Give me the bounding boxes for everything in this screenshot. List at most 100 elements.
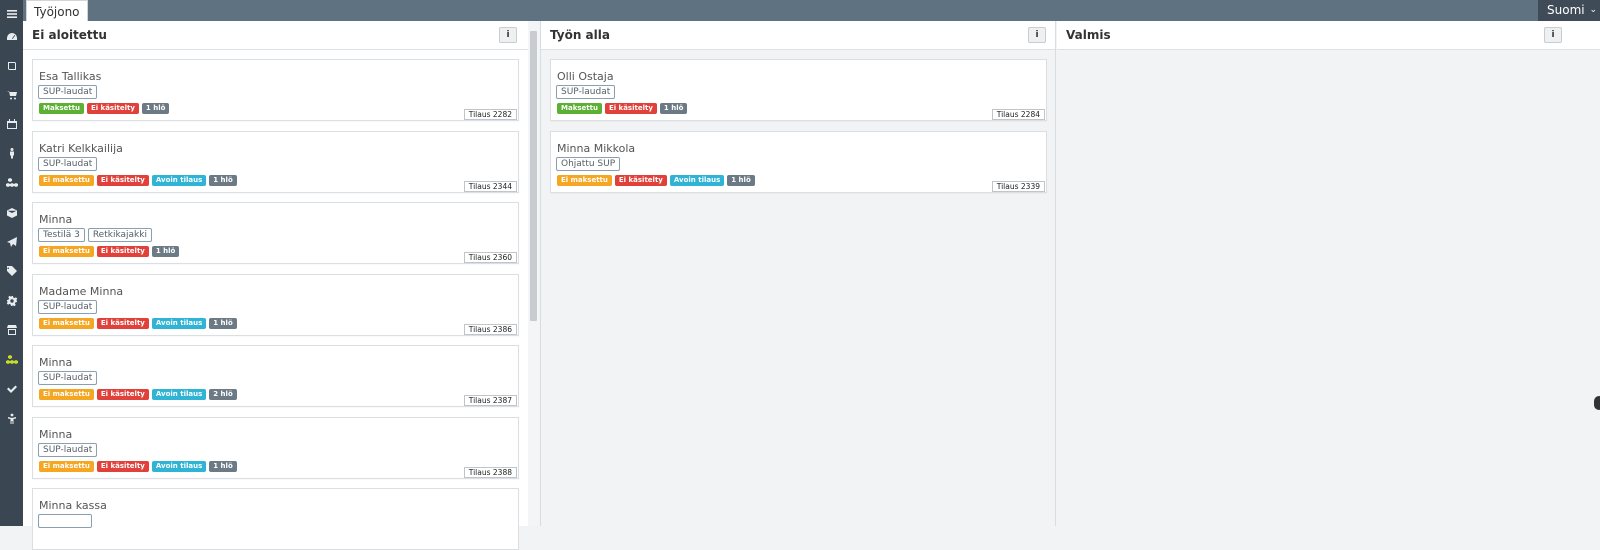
order-card[interactable]: Minna Mikkola Ohjattu SUP Ei maksettu Ei kä…: [550, 130, 1047, 193]
order-number[interactable]: Tilaus 2388: [463, 466, 517, 478]
customer-name: Minna: [39, 213, 73, 226]
scrollbar[interactable]: [528, 21, 539, 526]
status-badge: Avoin tilaus: [669, 174, 725, 186]
status-badges: Maksettu Ei käsitelty 1 hlö: [39, 103, 170, 114]
status-badges: Ei maksettu Ei käsitelty Avoin tilaus 1 hlö: [557, 174, 755, 186]
order-card[interactable]: Madame Minna SUP-laudat Ei maksettu Ei käsi…: [32, 273, 519, 336]
order-number[interactable]: Tilaus 2282: [463, 109, 517, 120]
order-number[interactable]: Tilaus 2387: [463, 395, 517, 406]
info-button[interactable]: i: [1544, 27, 1562, 43]
sidebar: [0, 0, 23, 526]
sidebar-item-shop[interactable]: [0, 316, 23, 344]
status-badge: 1 hlö: [209, 317, 237, 329]
box-icon: [6, 208, 17, 218]
order-card[interactable]: Katri Kelkkailija SUP-laudat Ei maksettu Ei…: [32, 130, 519, 193]
product-chips: Ohjattu SUP: [556, 156, 621, 171]
cart-icon: [6, 91, 17, 100]
sidebar-item-worklist[interactable]: [0, 346, 23, 374]
order-number[interactable]: Tilaus 2360: [463, 252, 517, 263]
info-button[interactable]: i: [1028, 27, 1046, 43]
column-header: Valmis i: [1057, 21, 1600, 50]
status-badge: Ei käsitelty: [604, 103, 657, 114]
order-number[interactable]: Tilaus 2344: [463, 180, 517, 192]
status-badge: 1 hlö: [209, 174, 237, 186]
order-number[interactable]: Tilaus 2284: [991, 109, 1045, 120]
order-card[interactable]: Olli Ostaja SUP-laudat Maksettu Ei käsitelt…: [550, 59, 1047, 121]
product-chips: SUP-laudat: [38, 371, 98, 385]
language-label: Suomi: [1547, 3, 1585, 17]
customer-name: Esa Tallikas: [39, 70, 102, 83]
status-badge: 1 hlö: [659, 103, 688, 114]
status-badge: Ei käsitelty: [96, 174, 149, 186]
column-title: Ei aloitettu: [32, 28, 107, 42]
customer-name: Minna Mikkola: [557, 141, 636, 155]
order-number[interactable]: Tilaus 2339: [991, 180, 1045, 192]
product-chip: Retkikajakki: [87, 228, 152, 242]
column-title: Työn alla: [550, 28, 610, 42]
calendar-icon: [6, 119, 17, 129]
status-badge: Maksettu: [557, 103, 602, 114]
status-badges: Ei maksettu Ei käsitelty Avoin tilaus 1 hlö: [39, 317, 237, 329]
order-card[interactable]: Esa Tallikas SUP-laudat Maksettu Ei käsitel…: [32, 59, 519, 121]
status-badge: 1 hlö: [141, 103, 170, 114]
order-card[interactable]: Minna kassa: [32, 488, 519, 550]
book-icon: [7, 62, 16, 70]
sidebar-item-cart[interactable]: [0, 81, 23, 109]
customer-name: Madame Minna: [39, 284, 124, 298]
scrollbar-thumb[interactable]: [530, 31, 537, 321]
product-chips: Testilä 3 Retkikajakki: [38, 228, 152, 242]
sidebar-item-box[interactable]: [0, 199, 23, 227]
sidebar-item-child[interactable]: [0, 405, 23, 433]
customer-name: Olli Ostaja: [557, 70, 614, 83]
status-badge: Ei maksettu: [39, 246, 94, 257]
sidebar-item-book[interactable]: [0, 52, 23, 80]
status-badge: Maksettu: [39, 103, 84, 114]
topbar: Työjono Suomi ⌄: [23, 0, 1600, 22]
product-chip: SUP-laudat: [38, 156, 98, 171]
person-icon: [9, 148, 14, 159]
order-number[interactable]: Tilaus 2386: [463, 323, 517, 335]
status-badges: Ei maksettu Ei käsitelty 1 hlö: [39, 246, 180, 257]
status-badge: Ei käsitelty: [614, 174, 667, 186]
status-badge: Ei maksettu: [557, 174, 612, 186]
sidebar-item-cubes[interactable]: [0, 169, 23, 197]
sidebar-item-gear[interactable]: [0, 287, 23, 315]
product-chip: SUP-laudat: [556, 85, 616, 99]
status-badge: 1 hlö: [151, 246, 180, 257]
worklist-icon: [5, 355, 18, 364]
gear-icon: [6, 295, 17, 307]
sidebar-item-tag[interactable]: [0, 257, 23, 285]
customer-name: Katri Kelkkailija: [39, 141, 123, 155]
sidebar-item-dashboard[interactable]: [0, 23, 23, 51]
product-chips: SUP-laudat: [38, 442, 98, 457]
language-selector[interactable]: Suomi ⌄: [1538, 0, 1600, 21]
tag-icon: [6, 266, 17, 276]
tab-tyojono[interactable]: Työjono: [26, 0, 88, 22]
sidebar-item-check[interactable]: [0, 375, 23, 403]
column-title: Valmis: [1066, 28, 1111, 42]
chat-bubble-icon[interactable]: [1594, 396, 1600, 410]
column-done: Valmis i: [1057, 21, 1600, 526]
status-badge: Avoin tilaus: [151, 174, 207, 186]
column-header: Ei aloitettu i: [23, 21, 528, 50]
send-icon: [6, 237, 17, 247]
status-badge: Ei käsitelty: [96, 460, 149, 472]
cubes-icon: [5, 178, 18, 187]
status-badge: 2 hlö: [209, 389, 237, 400]
product-chip: SUP-laudat: [38, 442, 98, 457]
order-card[interactable]: Minna Testilä 3 Retkikajakki Ei maksettu Ei …: [32, 202, 519, 264]
sidebar-item-calendar[interactable]: [0, 110, 23, 138]
info-button[interactable]: i: [499, 27, 517, 43]
status-badge: Ei maksettu: [39, 174, 94, 186]
order-card[interactable]: Minna SUP-laudat Ei maksettu Ei käsitelty Av…: [32, 416, 519, 479]
child-icon: [7, 413, 16, 424]
customer-name: Minna: [39, 356, 73, 369]
status-badge: 1 hlö: [727, 174, 755, 186]
order-card[interactable]: Minna SUP-laudat Ei maksettu Ei käsitelty Av…: [32, 345, 519, 407]
sidebar-item-person[interactable]: [0, 139, 23, 167]
sidebar-item-send[interactable]: [0, 228, 23, 256]
status-badges: Ei maksettu Ei käsitelty Avoin tilaus 1 hlö: [39, 174, 237, 186]
status-badge: Avoin tilaus: [151, 317, 207, 329]
customer-name: Minna: [39, 427, 73, 441]
status-badge: Ei maksettu: [39, 317, 94, 329]
